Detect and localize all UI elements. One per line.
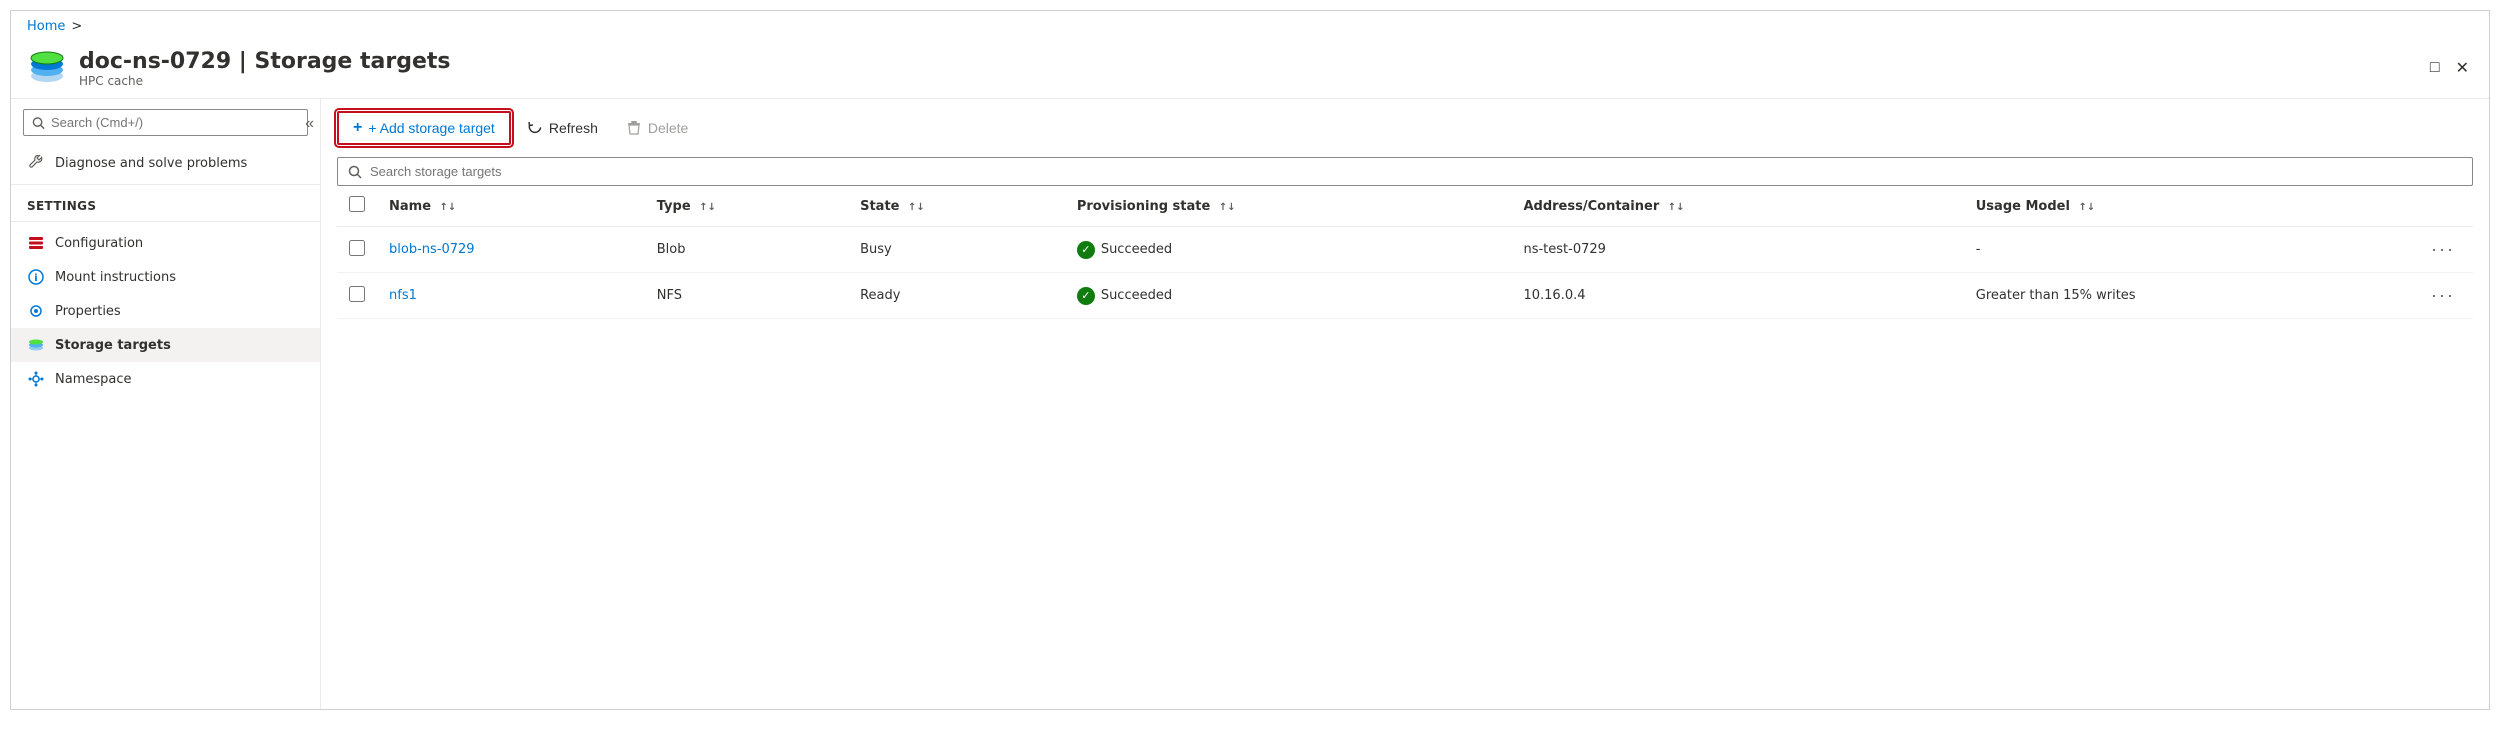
toolbar: + + Add storage target Refresh	[337, 111, 2473, 145]
sort-state-icon[interactable]: ↑↓	[908, 202, 925, 213]
info-icon: i	[27, 268, 45, 286]
page-header: doc-ns-0729 | Storage targets HPC cache …	[11, 42, 2489, 98]
col-name: Name ↑↓	[377, 186, 645, 227]
settings-section-label: Settings	[11, 189, 320, 217]
page-title: doc-ns-0729 | Storage targets	[79, 49, 451, 74]
sidebar-item-namespace-label: Namespace	[55, 372, 132, 387]
properties-icon	[27, 302, 45, 320]
sidebar-item-configuration[interactable]: Configuration	[11, 226, 320, 260]
row2-address: 10.16.0.4	[1511, 273, 1963, 319]
header-left: doc-ns-0729 | Storage targets HPC cache	[27, 48, 451, 88]
window-minimize-button[interactable]: □	[2426, 55, 2444, 81]
row1-more: ···	[2413, 227, 2473, 273]
row1-address: ns-test-0729	[1511, 227, 1963, 273]
page-subtitle: HPC cache	[79, 74, 451, 88]
sort-usage-icon[interactable]: ↑↓	[2078, 202, 2095, 213]
storage-targets-table-wrapper: Name ↑↓ Type ↑↓ State ↑↓	[337, 186, 2473, 319]
table-search-icon	[348, 165, 362, 179]
row2-name: nfs1	[377, 273, 645, 319]
breadcrumb-home[interactable]: Home	[27, 19, 65, 34]
sidebar-item-namespace[interactable]: Namespace	[11, 362, 320, 396]
storage-targets-table: Name ↑↓ Type ↑↓ State ↑↓	[337, 186, 2473, 319]
row2-success-icon	[1077, 287, 1095, 305]
refresh-icon	[527, 120, 543, 136]
sidebar-item-mount-instructions[interactable]: i Mount instructions	[11, 260, 320, 294]
select-all-checkbox[interactable]	[349, 196, 365, 212]
row1-checkbox[interactable]	[349, 240, 365, 256]
sidebar-search-input[interactable]	[51, 115, 299, 130]
row2-more-button[interactable]: ···	[2425, 283, 2461, 308]
sidebar-collapse-button[interactable]: «	[299, 111, 320, 137]
sort-address-icon[interactable]: ↑↓	[1668, 202, 1685, 213]
col-more	[2413, 186, 2473, 227]
namespace-icon	[27, 370, 45, 388]
table-row: blob-ns-0729 Blob Busy Succeeded ns-test…	[337, 227, 2473, 273]
sidebar-divider	[11, 184, 320, 185]
sort-type-icon[interactable]: ↑↓	[699, 202, 716, 213]
row1-state: Busy	[848, 227, 1065, 273]
row1-success-icon	[1077, 241, 1095, 259]
col-address: Address/Container ↑↓	[1511, 186, 1963, 227]
row1-provisioning-label: Succeeded	[1101, 242, 1172, 257]
search-icon	[32, 116, 45, 130]
plus-icon: +	[353, 119, 362, 137]
hpc-cache-icon	[27, 48, 67, 88]
row1-name: blob-ns-0729	[377, 227, 645, 273]
col-checkbox	[337, 186, 377, 227]
refresh-button[interactable]: Refresh	[515, 114, 610, 142]
row2-more: ···	[2413, 273, 2473, 319]
row2-provisioning-label: Succeeded	[1101, 288, 1172, 303]
row2-checkbox[interactable]	[349, 286, 365, 302]
body: « Diagnose and solve problems Settings	[11, 98, 2489, 709]
delete-icon	[626, 120, 642, 136]
config-icon	[27, 234, 45, 252]
row2-checkbox-cell	[337, 273, 377, 319]
sidebar: « Diagnose and solve problems Settings	[11, 99, 321, 709]
breadcrumb: Home >	[11, 11, 2489, 42]
row2-name-link[interactable]: nfs1	[389, 288, 417, 303]
header-controls: □ ✕	[2426, 54, 2473, 82]
row2-provisioning: Succeeded	[1065, 273, 1512, 319]
sidebar-item-configuration-label: Configuration	[55, 236, 143, 251]
sidebar-item-storage-targets-label: Storage targets	[55, 338, 171, 353]
table-row: nfs1 NFS Ready Succeeded 10.16.0.4	[337, 273, 2473, 319]
sort-provisioning-icon[interactable]: ↑↓	[1219, 202, 1236, 213]
add-storage-target-button[interactable]: + + Add storage target	[337, 111, 511, 145]
row1-name-link[interactable]: blob-ns-0729	[389, 242, 475, 257]
sidebar-item-properties-label: Properties	[55, 304, 121, 319]
main-content: + + Add storage target Refresh	[321, 99, 2489, 709]
app-window: Home > doc-ns-0729 | Storage targets HPC…	[10, 10, 2490, 710]
header-title: doc-ns-0729 | Storage targets HPC cache	[79, 49, 451, 88]
row1-status-cell: Succeeded	[1077, 241, 1500, 259]
sidebar-divider-2	[11, 221, 320, 222]
col-type: Type ↑↓	[645, 186, 848, 227]
svg-text:i: i	[34, 273, 37, 284]
sidebar-item-diagnose-label: Diagnose and solve problems	[55, 156, 247, 171]
storage-icon	[27, 336, 45, 354]
row2-type: NFS	[645, 273, 848, 319]
col-provisioning: Provisioning state ↑↓	[1065, 186, 1512, 227]
delete-button[interactable]: Delete	[614, 114, 700, 142]
sidebar-item-diagnose[interactable]: Diagnose and solve problems	[11, 146, 320, 180]
sort-name-icon[interactable]: ↑↓	[440, 202, 457, 213]
row2-status-cell: Succeeded	[1077, 287, 1500, 305]
row1-usage: -	[1964, 227, 2413, 273]
row1-type: Blob	[645, 227, 848, 273]
sidebar-item-storage-targets[interactable]: Storage targets	[11, 328, 320, 362]
wrench-icon	[27, 154, 45, 172]
sidebar-item-mount-instructions-label: Mount instructions	[55, 270, 176, 285]
col-state: State ↑↓	[848, 186, 1065, 227]
row2-state: Ready	[848, 273, 1065, 319]
sidebar-item-properties[interactable]: Properties	[11, 294, 320, 328]
window-close-button[interactable]: ✕	[2452, 54, 2473, 82]
sidebar-search-box[interactable]	[23, 109, 308, 136]
row2-usage: Greater than 15% writes	[1964, 273, 2413, 319]
table-search-bar[interactable]	[337, 157, 2473, 186]
row1-more-button[interactable]: ···	[2425, 237, 2461, 262]
col-usage: Usage Model ↑↓	[1964, 186, 2413, 227]
row1-checkbox-cell	[337, 227, 377, 273]
breadcrumb-separator: >	[71, 19, 82, 34]
row1-provisioning: Succeeded	[1065, 227, 1512, 273]
table-search-input[interactable]	[370, 164, 2462, 179]
